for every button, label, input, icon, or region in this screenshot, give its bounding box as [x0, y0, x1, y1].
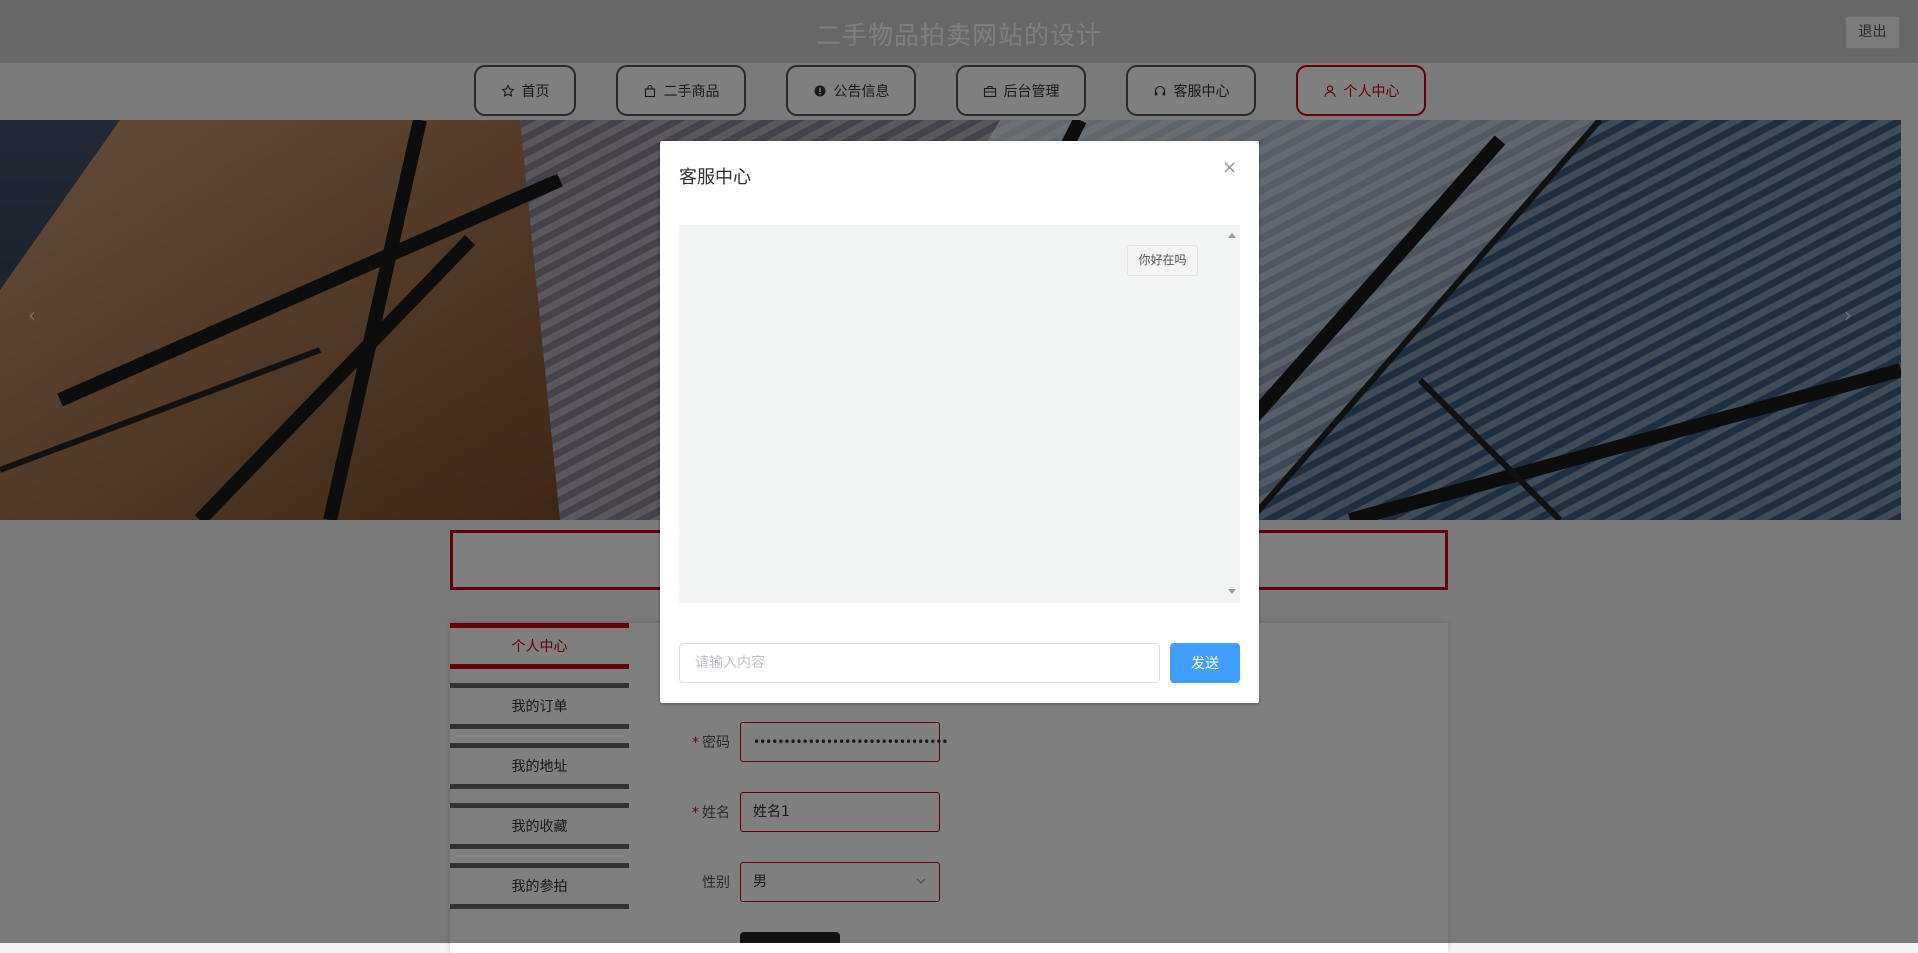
- close-icon[interactable]: ×: [1222, 157, 1237, 178]
- dialog-title: 客服中心: [679, 167, 751, 188]
- chat-input[interactable]: [679, 643, 1160, 683]
- customer-service-dialog: 客服中心 × 你好在吗 发送: [660, 141, 1259, 703]
- chat-message-bubble: 你好在吗: [1127, 245, 1198, 276]
- send-button[interactable]: 发送: [1170, 643, 1240, 683]
- chat-message-area[interactable]: 你好在吗: [679, 225, 1240, 603]
- scroll-up-icon[interactable]: [1228, 233, 1236, 238]
- scroll-down-icon[interactable]: [1228, 589, 1236, 594]
